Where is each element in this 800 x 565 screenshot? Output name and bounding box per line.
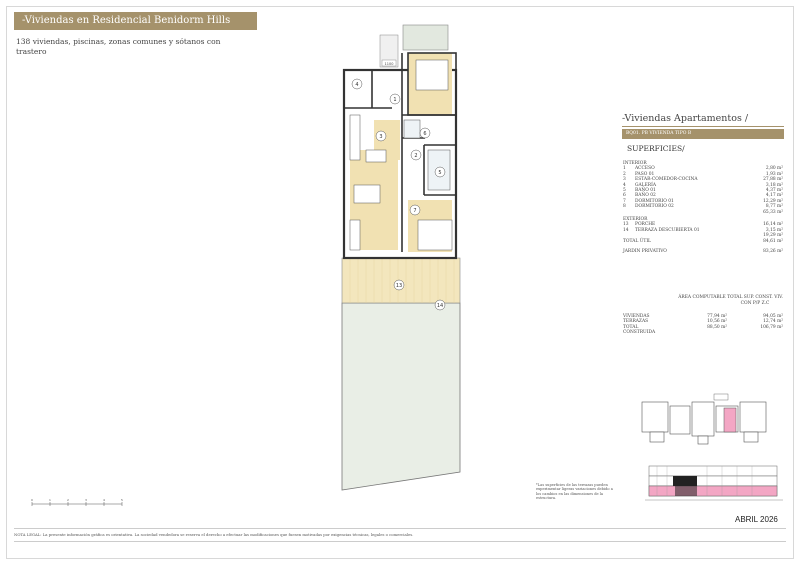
divider [622,126,784,127]
floor-plan: 1100 1 2 3 4 5 6 7 13 14 [341,24,461,491]
footnote: *Las superficies de las terrazas pueden … [536,483,613,501]
date-label: ABRIL 2026 [735,515,778,524]
scale-tick: 4 [103,498,105,502]
key-plan [641,393,767,445]
summary-table: ÁREA COMPUTABLE TOTAL SUP. CONST. VIV. C… [623,295,783,336]
summary-row: TOTAL CONSTRUIDA 88,50 m² 106,79 m² [623,324,783,336]
room-number: 13 [396,283,402,289]
room-number: 4 [355,82,358,88]
col-total-header: TOTAL SUP. CONST. VIV. CON P/P Z.C [727,295,783,306]
subtotal-row: 65,33 m² [763,209,783,215]
garden-row: JARDIN PRIVATIVO 83,26 m² [623,249,783,255]
scale-bar: 0 1 2 3 4 5 [31,498,123,506]
room-number: 5 [438,170,441,176]
door-label: 1100 [385,62,394,66]
room-number: 1 [393,97,396,103]
scale-tick: 3 [85,498,87,502]
superficies-title: SUPERFICIES/ [627,144,685,153]
section-title: -Viviendas Apartamentos / [622,113,749,124]
unit-tag: BQ01. PB VIVIENDA TIPO B [622,129,784,139]
floor-highlight [648,485,778,497]
surfaces-table: INTERIOR 1 ACCESO 2,80 m² 2 PASO 01 1,93 m² … [623,161,783,255]
room-number: 14 [437,303,443,309]
elevation-diagram [645,465,783,501]
garden-area [341,302,461,491]
room-number: 2 [414,153,417,159]
intro-text: 138 viviendas, piscinas, zonas comunes y… [16,37,221,56]
room-number: 7 [413,208,416,214]
scale-tick: 2 [67,498,69,502]
room-number: 3 [379,134,382,140]
col-area-header: ÁREA COMPUTABLE [678,295,726,300]
legal-note: NOTA LEGAL: La presente información gráf… [14,528,786,542]
scale-tick: 0 [31,498,33,502]
scale-tick: 5 [121,498,123,502]
page-title: -Viviendas en Residencial Benidorm Hills [14,12,257,30]
total-row: TOTAL ÚTIL 84,61 m² [623,239,783,245]
room-number: 6 [423,131,426,137]
scale-tick: 1 [49,498,51,502]
unit-highlight [723,407,737,433]
